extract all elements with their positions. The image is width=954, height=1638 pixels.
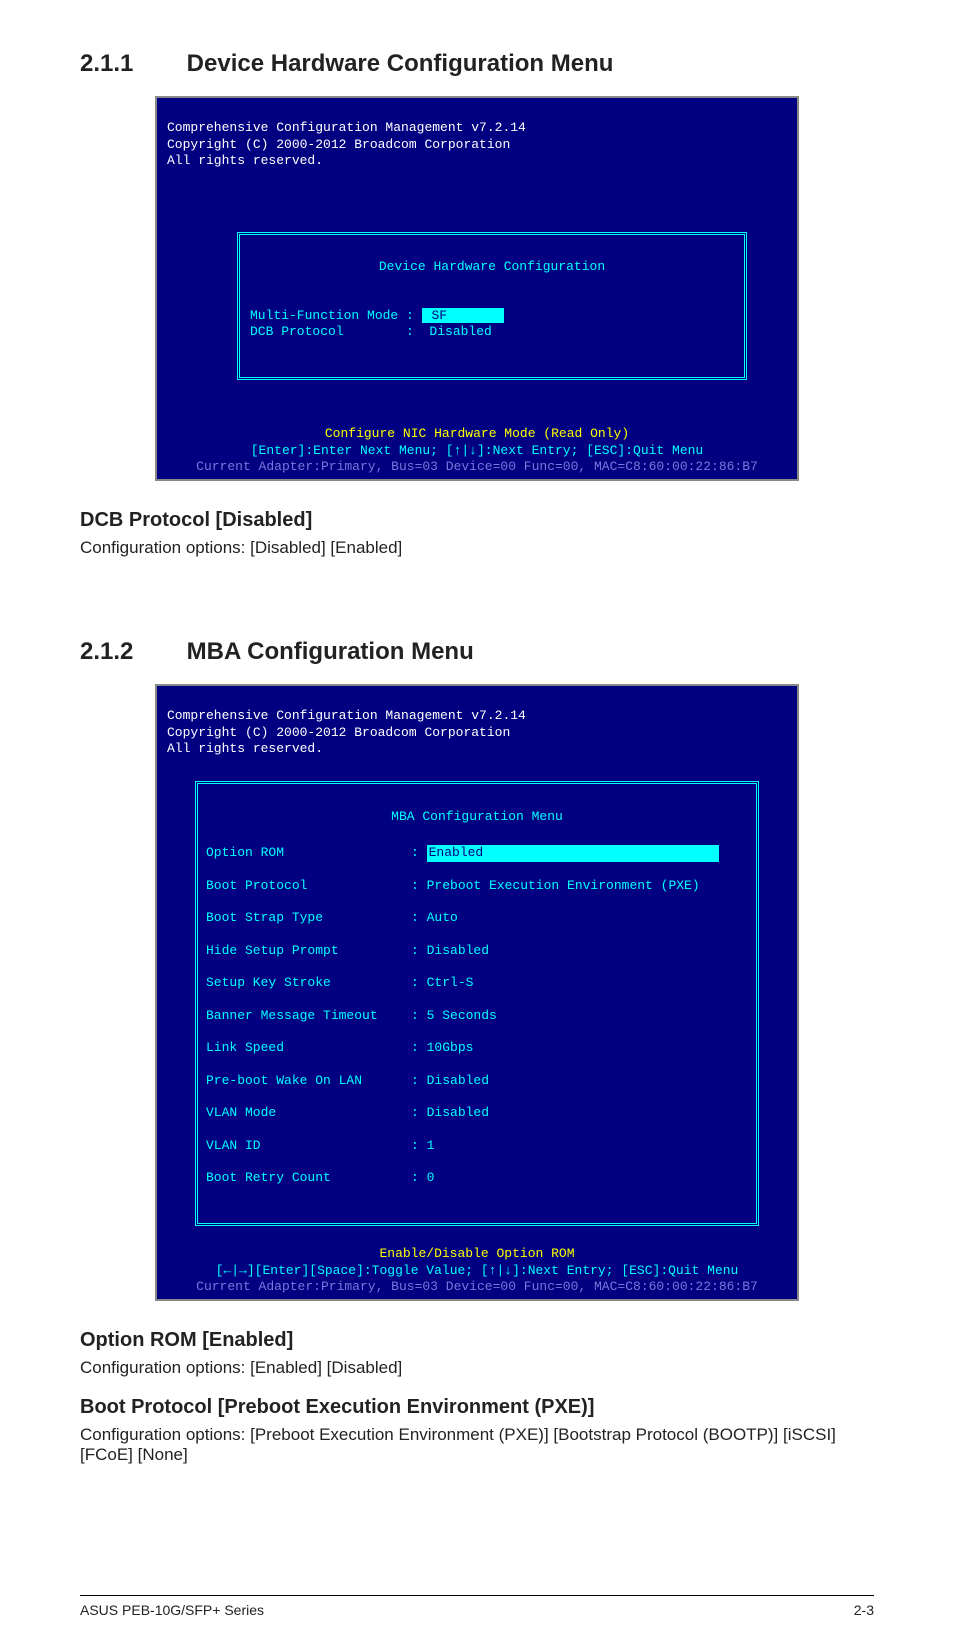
mba-label: Setup Key Stroke (206, 975, 411, 991)
option-rom-body: Configuration options: [Enabled] [Disabl… (80, 1358, 874, 1378)
mba-hint-l1: Enable/Disable Option ROM (379, 1246, 574, 1261)
dhc-hint-l2: [Enter]:Enter Next Menu; [↑|↓]:Next Entr… (251, 443, 703, 458)
term-header-l2: Copyright (C) 2000-2012 Broadcom Corpora… (167, 137, 510, 152)
mba-value: Preboot Execution Environment (PXE) (427, 878, 700, 894)
section-number: 2.1.2 (80, 638, 180, 666)
mba-label: Banner Message Timeout (206, 1008, 411, 1024)
mba-value: Disabled (427, 943, 489, 959)
dhc-row1-label: Multi-Function Mode : (250, 308, 414, 323)
dcb-heading: DCB Protocol [Disabled] (80, 509, 874, 532)
term-header-l3: All rights reserved. (167, 741, 323, 756)
dhc-hint-l3: Current Adapter:Primary, Bus=03 Device=0… (196, 459, 758, 474)
mba-value: Ctrl-S (427, 975, 474, 991)
mba-label: Boot Retry Count (206, 1170, 411, 1186)
footer-left: ASUS PEB-10G/SFP+ Series (80, 1602, 264, 1618)
section-title: MBA Configuration Menu (187, 638, 474, 665)
page-footer: ASUS PEB-10G/SFP+ Series 2-3 (80, 1595, 874, 1618)
dhc-box: Device Hardware Configuration Multi-Func… (237, 232, 747, 380)
mba-value: 5 Seconds (427, 1008, 497, 1024)
mba-label: VLAN ID (206, 1138, 411, 1154)
dhc-row2-label: DCB Protocol : (250, 324, 414, 339)
mba-hint-l3: Current Adapter:Primary, Bus=03 Device=0… (196, 1279, 758, 1294)
dhc-box-title: Device Hardware Configuration (367, 259, 617, 274)
mba-label: Pre-boot Wake On LAN (206, 1073, 411, 1089)
mba-label: VLAN Mode (206, 1105, 411, 1121)
section-2-1-2-heading: 2.1.2 MBA Configuration Menu (80, 638, 874, 666)
mba-box-title: MBA Configuration Menu (379, 809, 574, 824)
mba-value: 1 (427, 1138, 435, 1154)
dcb-body: Configuration options: [Disabled] [Enabl… (80, 538, 874, 558)
term-header-l1: Comprehensive Configuration Management v… (167, 120, 526, 135)
mba-box: MBA Configuration Menu Option ROM: Enabl… (195, 781, 759, 1226)
mba-label: Option ROM (206, 845, 411, 861)
section-title: Device Hardware Configuration Menu (187, 50, 614, 77)
term-header-l3: All rights reserved. (167, 153, 323, 168)
mba-value: Enabled (427, 845, 720, 861)
option-rom-heading: Option ROM [Enabled] (80, 1329, 874, 1352)
mba-label: Boot Strap Type (206, 910, 411, 926)
boot-protocol-body: Configuration options: [Preboot Executio… (80, 1425, 874, 1465)
mba-label: Boot Protocol (206, 878, 411, 894)
mba-value: Auto (427, 910, 458, 926)
section-2-1-1-heading: 2.1.1 Device Hardware Configuration Menu (80, 50, 874, 78)
term-header-l1: Comprehensive Configuration Management v… (167, 708, 526, 723)
mba-value: 0 (427, 1170, 435, 1186)
terminal-screenshot-dhc: Comprehensive Configuration Management v… (155, 96, 799, 481)
section-number: 2.1.1 (80, 50, 180, 78)
mba-value: Disabled (427, 1073, 489, 1089)
mba-hint-l2: [←|→][Enter][Space]:Toggle Value; [↑|↓]:… (216, 1263, 739, 1278)
terminal-screenshot-mba: Comprehensive Configuration Management v… (155, 684, 799, 1301)
term-header-l2: Copyright (C) 2000-2012 Broadcom Corpora… (167, 725, 510, 740)
dhc-hint-l1: Configure NIC Hardware Mode (Read Only) (325, 426, 629, 441)
mba-label: Link Speed (206, 1040, 411, 1056)
mba-label: Hide Setup Prompt (206, 943, 411, 959)
boot-protocol-heading: Boot Protocol [Preboot Execution Environ… (80, 1396, 874, 1419)
mba-value: 10Gbps (427, 1040, 474, 1056)
footer-right: 2-3 (854, 1602, 874, 1618)
dhc-row1-value: SF (422, 308, 504, 323)
mba-value: Disabled (427, 1105, 489, 1121)
dhc-row2-value: Disabled (414, 324, 492, 339)
